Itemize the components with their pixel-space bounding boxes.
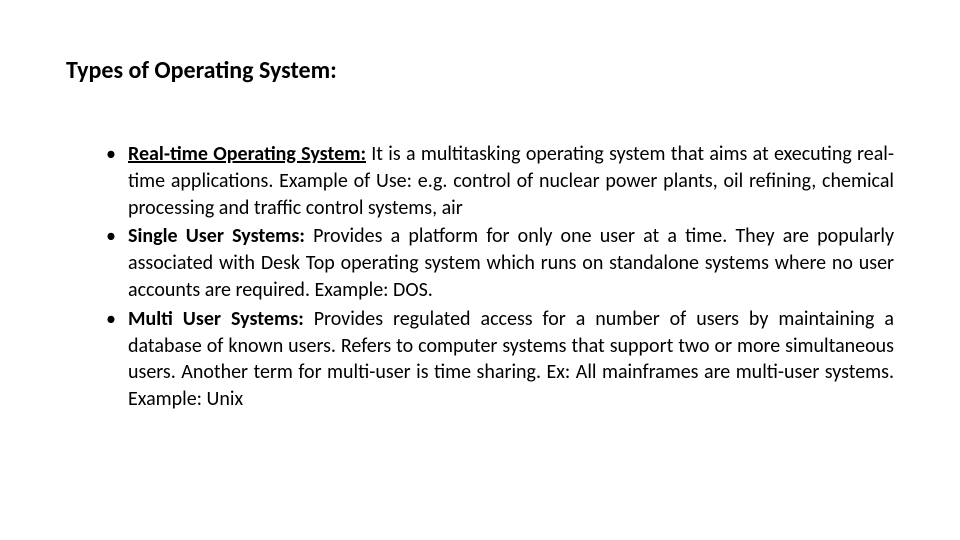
item-term: Real-time Operating System: [128, 142, 366, 166]
item-term: Multi User Systems: [128, 307, 304, 331]
page-title: Types of Operating System: [66, 56, 894, 85]
list-item: Multi User Systems: Provides regulated a… [102, 306, 894, 413]
content-area: Real-time Operating System: It is a mult… [66, 141, 894, 413]
list-item: Real-time Operating System: It is a mult… [102, 141, 894, 221]
list-item: Single User Systems: Provides a platform… [102, 223, 894, 303]
os-types-list: Real-time Operating System: It is a mult… [102, 141, 894, 413]
slide: Types of Operating System: Real-time Ope… [0, 0, 960, 540]
item-term: Single User Systems: [128, 224, 305, 248]
